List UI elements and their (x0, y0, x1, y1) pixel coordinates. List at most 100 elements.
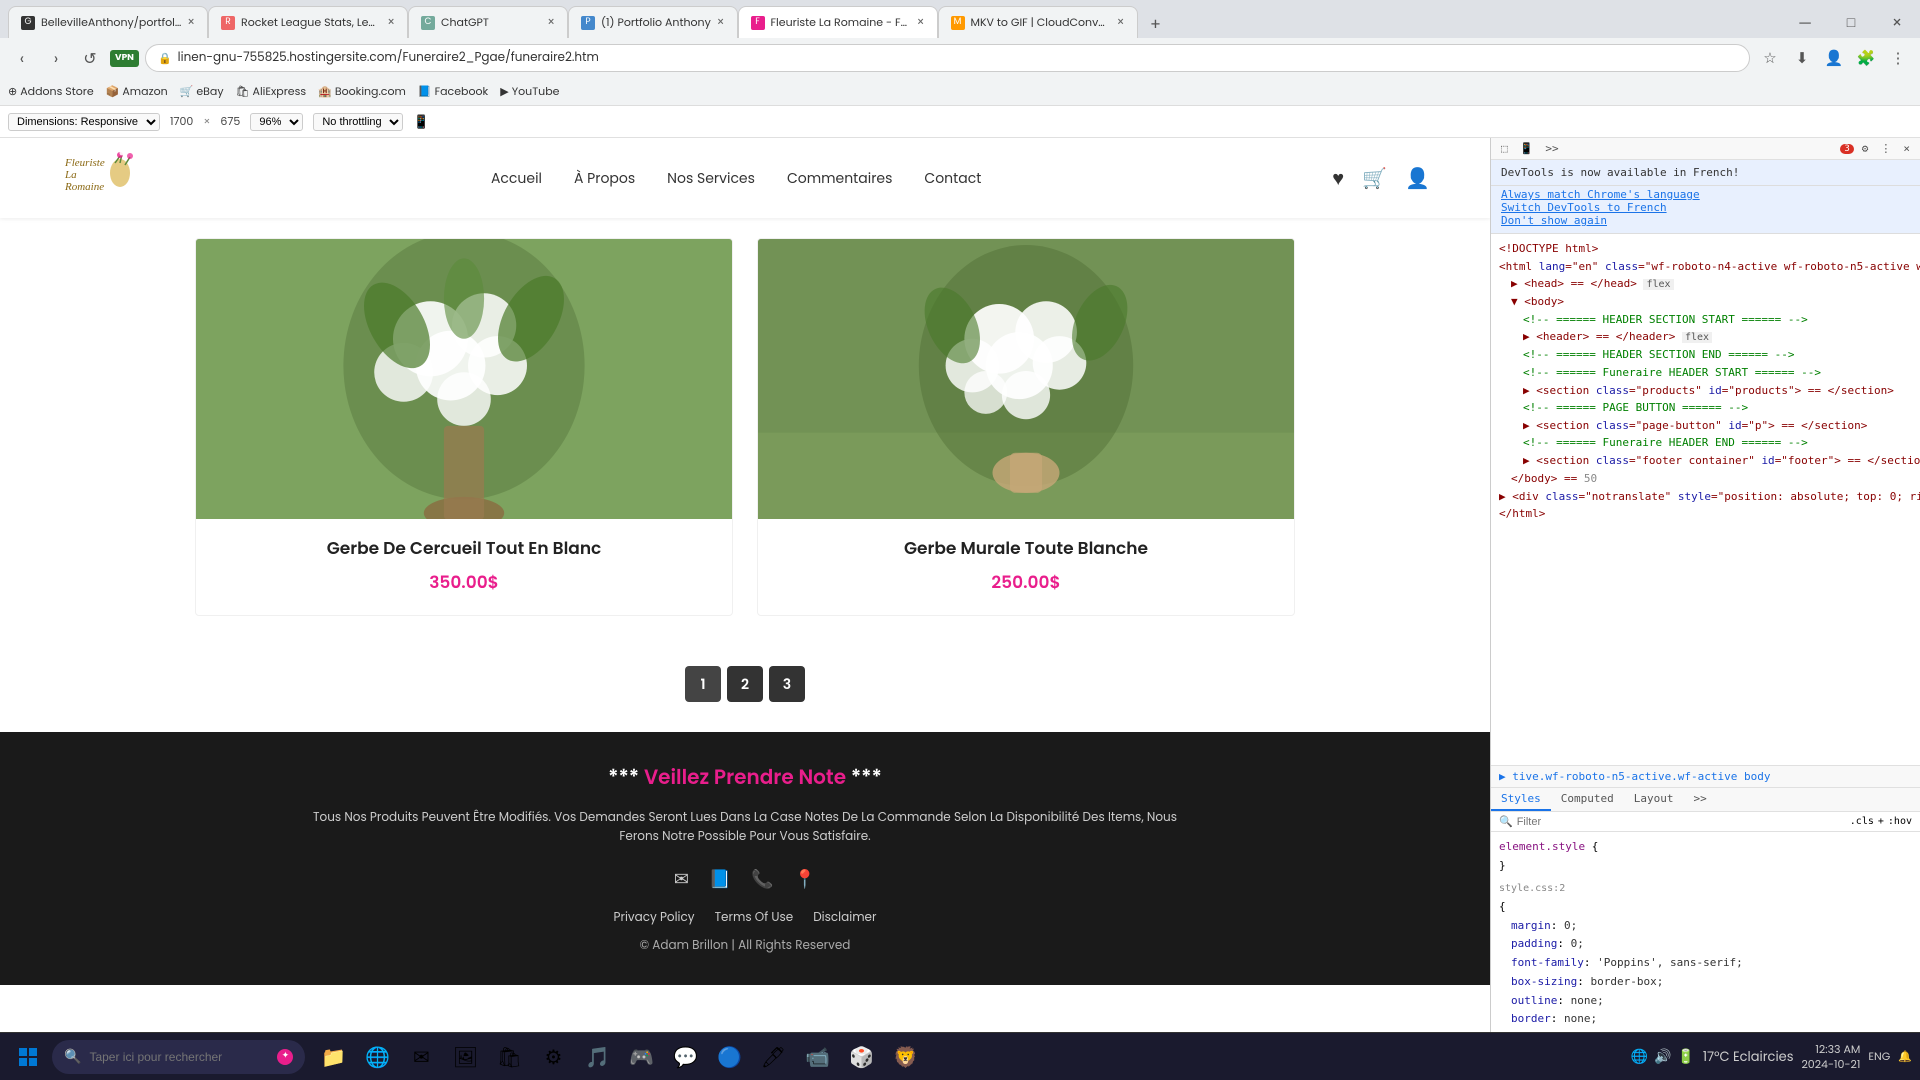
phone-icon[interactable]: 📞 (751, 866, 773, 893)
devtools-device-icon[interactable]: 📱 (1516, 140, 1538, 157)
taskbar-app-ps[interactable]: 🎮 (621, 1037, 661, 1077)
tab-1[interactable]: G BellevilleAnthony/portfolio × (8, 6, 208, 38)
bookmark-ebay[interactable]: 🛒eBay (180, 83, 224, 100)
bookmark-booking[interactable]: 🏨Booking.com (318, 83, 406, 100)
bookmark-star-icon[interactable]: ☆ (1756, 44, 1784, 72)
taskbar-app-discord[interactable]: 💬 (665, 1037, 705, 1077)
bookmark-addons[interactable]: ⊕Addons Store (8, 83, 94, 100)
tab-close-1[interactable]: × (187, 14, 195, 32)
html-line-2[interactable]: ▶ <head> == </head> flex (1499, 275, 1912, 293)
zoom-select[interactable]: 96% (250, 113, 303, 131)
devtools-expand-icon[interactable]: >> (1541, 140, 1562, 157)
address-bar[interactable]: 🔒 linen-gnu-755825.hostingersite.com/Fun… (145, 44, 1750, 72)
systray-network[interactable]: 🌐 (1631, 1046, 1648, 1067)
html-line-12[interactable]: ▶ <section class="footer container" id="… (1499, 452, 1912, 470)
terms-link[interactable]: Terms Of Use (715, 909, 794, 927)
tab-close-5[interactable]: × (917, 14, 925, 32)
taskbar-app-settings[interactable]: ⚙ (533, 1037, 573, 1077)
taskbar-app-steam[interactable]: 🎲 (841, 1037, 881, 1077)
devtools-settings-icon[interactable]: ⚙ (1858, 140, 1873, 157)
nav-apropos[interactable]: À Propos (574, 168, 635, 189)
styles-tab-computed[interactable]: Computed (1551, 788, 1624, 811)
email-icon[interactable]: ✉ (674, 866, 689, 893)
start-button[interactable] (8, 1037, 48, 1077)
profile-icon[interactable]: 👤 (1820, 44, 1848, 72)
taskbar-app-lion[interactable]: 🦁 (885, 1037, 925, 1077)
page-btn-3[interactable]: 3 (769, 666, 805, 702)
user-icon[interactable]: 👤 (1405, 163, 1430, 193)
back-button[interactable]: ‹ (8, 44, 36, 72)
toggle-hover-button[interactable]: :hov (1888, 816, 1912, 827)
taskbar-search-input[interactable] (89, 1050, 269, 1064)
devtools-close-icon[interactable]: × (1899, 140, 1914, 157)
tab-6[interactable]: M MKV to GIF | CloudConvert × (938, 6, 1138, 38)
systray-volume[interactable]: 🔊 (1654, 1046, 1671, 1067)
dont-show-link[interactable]: Don't show again (1501, 214, 1910, 227)
taskbar-app-store[interactable]: 🛍 (489, 1037, 529, 1077)
privacy-link[interactable]: Privacy Policy (614, 909, 695, 927)
lang-match-link[interactable]: Always match Chrome's language (1501, 188, 1910, 201)
add-style-button[interactable]: + (1878, 816, 1884, 827)
maximize-button[interactable]: □ (1828, 6, 1874, 38)
tab-2[interactable]: R Rocket League Stats, Leaderbo... × (208, 6, 408, 38)
lang-indicator[interactable]: ENG (1868, 1048, 1890, 1065)
html-line-10[interactable]: ▶ <section class="page-button" id="p"> =… (1499, 417, 1912, 435)
reload-button[interactable]: ↺ (76, 44, 104, 72)
nav-services[interactable]: Nos Services (667, 168, 755, 189)
throttle-select[interactable]: No throttling (313, 113, 403, 131)
systray-battery[interactable]: 🔋 (1677, 1046, 1694, 1067)
close-button[interactable]: × (1874, 6, 1920, 38)
taskbar-app-spotify[interactable]: 🎵 (577, 1037, 617, 1077)
minimize-button[interactable]: ─ (1782, 6, 1828, 38)
device-icon[interactable]: 📱 (413, 112, 429, 132)
taskbar-app-photos[interactable]: 🖼 (445, 1037, 485, 1077)
wishlist-icon[interactable]: ♥ (1332, 163, 1344, 193)
download-icon[interactable]: ⬇ (1788, 44, 1816, 72)
taskbar-search[interactable]: 🔍 ✦ (52, 1040, 305, 1074)
bookmark-facebook[interactable]: 📘Facebook (418, 83, 488, 100)
page-btn-1[interactable]: 1 (685, 666, 721, 702)
styles-tab-layout[interactable]: Layout (1624, 788, 1684, 811)
tab-3[interactable]: C ChatGPT × (408, 6, 568, 38)
taskbar-app-chrome[interactable]: 🔵 (709, 1037, 749, 1077)
show-cls-button[interactable]: .cls (1850, 816, 1874, 827)
tab-close-2[interactable]: × (387, 14, 395, 32)
cart-icon[interactable]: 🛒 (1362, 163, 1387, 193)
nav-contact[interactable]: Contact (924, 168, 981, 189)
notifications-icon[interactable]: 🔔 (1898, 1048, 1912, 1065)
tab-close-3[interactable]: × (547, 14, 555, 32)
bookmark-youtube[interactable]: ▶YouTube (500, 83, 559, 100)
styles-filter-input[interactable] (1517, 816, 1846, 828)
taskbar-app-edge[interactable]: 🌐 (357, 1037, 397, 1077)
html-line-5[interactable]: ▶ <header> == </header> flex (1499, 328, 1912, 346)
taskbar-app-obs[interactable]: 📹 (797, 1037, 837, 1077)
devtools-more-icon[interactable]: ⋮ (1876, 140, 1895, 157)
nav-commentaires[interactable]: Commentaires (787, 168, 892, 189)
styles-tab-styles[interactable]: Styles (1491, 788, 1551, 811)
forward-button[interactable]: › (42, 44, 70, 72)
new-tab-button[interactable]: + (1142, 10, 1170, 38)
html-line-14[interactable]: ▶ <div class="notranslate" style="positi… (1499, 488, 1912, 506)
lang-switch-link[interactable]: Switch DevTools to French (1501, 201, 1910, 214)
bookmark-amazon[interactable]: 📦Amazon (106, 83, 168, 100)
devtools-inspect-icon[interactable]: ⬚ (1497, 140, 1512, 157)
styles-tab-more[interactable]: >> (1683, 788, 1716, 811)
location-icon[interactable]: 📍 (794, 866, 816, 893)
tab-5[interactable]: F Fleuriste La Romaine - Funérai... × (738, 6, 938, 38)
extensions-icon[interactable]: 🧩 (1852, 44, 1880, 72)
bookmark-aliexpress[interactable]: 🛍AliExpress (236, 83, 307, 100)
tab-close-4[interactable]: × (717, 14, 725, 32)
html-line-8[interactable]: ▶ <section class="products" id="products… (1499, 382, 1912, 400)
dimensions-select[interactable]: Dimensions: Responsive (8, 113, 160, 131)
disclaimer-link[interactable]: Disclaimer (813, 909, 876, 927)
taskbar-clock[interactable]: 12:33 AM 2024-10-21 (1801, 1042, 1860, 1071)
settings-icon[interactable]: ⋮ (1884, 44, 1912, 72)
taskbar-app-vscode[interactable]: 🖊 (753, 1037, 793, 1077)
nav-accueil[interactable]: Accueil (491, 168, 542, 189)
tab-close-6[interactable]: × (1117, 14, 1125, 32)
taskbar-app-explorer[interactable]: 📁 (313, 1037, 353, 1077)
taskbar-app-mail[interactable]: ✉ (401, 1037, 441, 1077)
vpn-badge[interactable]: VPN (110, 50, 139, 67)
page-btn-2[interactable]: 2 (727, 666, 763, 702)
facebook-icon[interactable]: 📘 (709, 866, 731, 893)
